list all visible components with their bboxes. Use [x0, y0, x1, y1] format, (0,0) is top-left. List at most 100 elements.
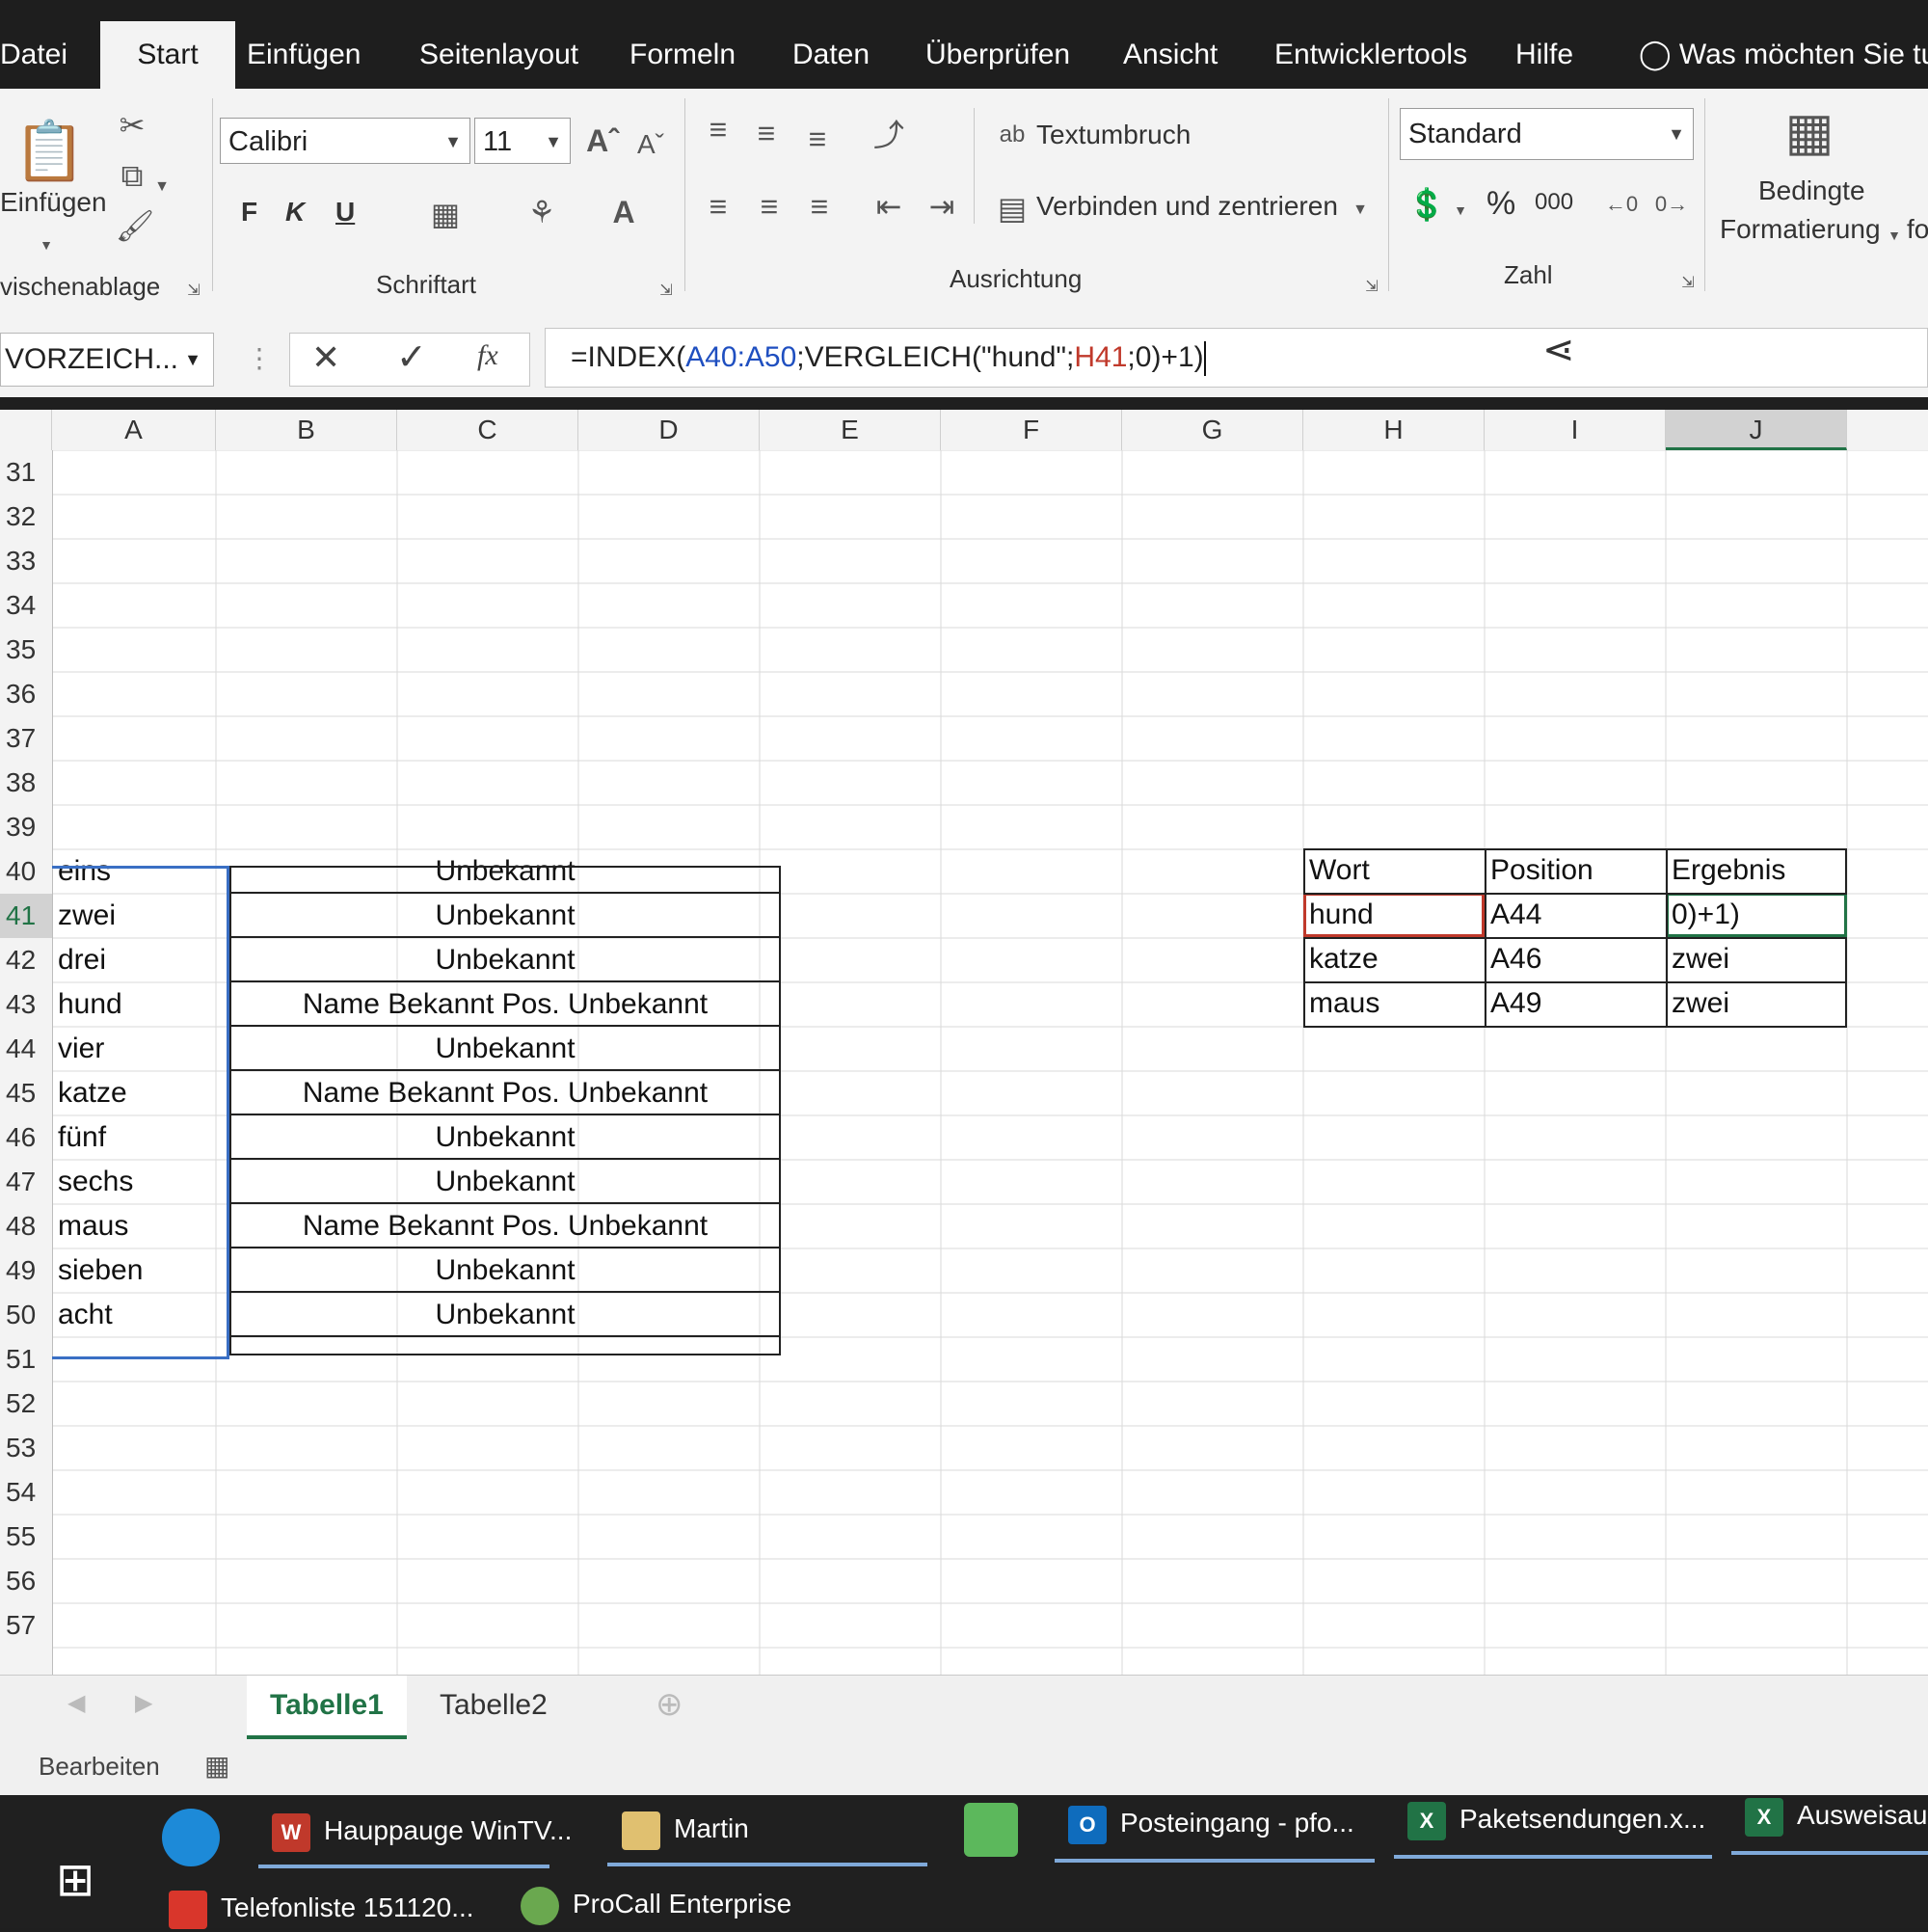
format-painter-icon[interactable]: 🖌 [114, 206, 156, 245]
font-size-combo[interactable]: 11 ▼ [474, 118, 571, 164]
row-header[interactable]: 49 [0, 1248, 52, 1293]
macro-record-icon[interactable]: ▦ [204, 1750, 229, 1782]
merge-center-icon[interactable]: ▤ [993, 189, 1031, 228]
row-header[interactable]: 43 [0, 982, 52, 1027]
tell-me-box[interactable]: ◯ Was möchten Sie tun [1629, 21, 1928, 89]
row-header[interactable]: 50 [0, 1293, 52, 1337]
grow-font-icon[interactable]: Aˆ [583, 121, 622, 160]
taskbar-item-procall[interactable]: ProCall Enterprise [521, 1880, 791, 1928]
align-right-icon[interactable]: ≡ [800, 187, 839, 226]
active-cell-j41[interactable] [1666, 893, 1847, 937]
row-header[interactable]: 47 [0, 1160, 52, 1204]
paste-icon[interactable]: 📋 [13, 108, 86, 195]
row-header[interactable]: 37 [0, 716, 52, 761]
row-header[interactable]: 46 [0, 1115, 52, 1160]
row-header[interactable]: 54 [0, 1470, 52, 1515]
sheet-tab-tabelle1[interactable]: Tabelle1 [247, 1676, 407, 1739]
column-header-a[interactable]: A [52, 410, 216, 450]
decrease-indent-icon[interactable]: ⇤ [868, 187, 910, 226]
row-header[interactable]: 48 [0, 1204, 52, 1248]
row-header[interactable]: 32 [0, 495, 52, 539]
row-header[interactable]: 44 [0, 1027, 52, 1071]
align-top-icon[interactable]: ≡ [699, 110, 737, 148]
tab-ansicht[interactable]: Ansicht [1113, 21, 1227, 89]
fill-color-icon[interactable]: ⚘ [521, 193, 563, 231]
name-box[interactable]: VORZEICH... ▼ [0, 333, 214, 387]
row-header[interactable]: 51 [0, 1337, 52, 1382]
bold-button[interactable]: F [241, 197, 257, 228]
edge-browser-icon[interactable] [162, 1809, 220, 1866]
tab-hilfe[interactable]: Hilfe [1506, 21, 1583, 89]
select-all-corner[interactable] [0, 410, 52, 450]
conditional-formatting-label-1[interactable]: Bedingte [1758, 175, 1865, 206]
row-header[interactable]: 31 [0, 450, 52, 495]
row-header[interactable]: 55 [0, 1515, 52, 1559]
borders-icon[interactable]: ▦ [424, 195, 467, 233]
previous-sheet-icon[interactable]: ◀ [67, 1689, 85, 1717]
tab-start[interactable]: Start [100, 21, 235, 89]
taskbar-item-martin[interactable]: Martin [622, 1805, 749, 1853]
number-launcher-icon[interactable]: ⇲ [1677, 264, 1699, 303]
conditional-formatting-label-2[interactable]: Formatierung [1720, 214, 1881, 245]
merge-dropdown-icon[interactable]: ▼ [1350, 191, 1371, 229]
row-header[interactable]: 39 [0, 805, 52, 849]
windows-start-icon[interactable]: ⊞ [56, 1853, 94, 1907]
percent-style-button[interactable]: % [1486, 185, 1515, 223]
row-header[interactable]: 42 [0, 938, 52, 982]
taskbar-item-telefonliste[interactable]: Telefonliste 151120... [169, 1884, 474, 1932]
column-header-e[interactable]: E [760, 410, 941, 450]
formula-input[interactable]: =INDEX(A40:A50;VERGLEICH("hund";H41;0)+1… [545, 328, 1928, 388]
align-middle-icon[interactable]: ≡ [747, 114, 786, 152]
increase-indent-icon[interactable]: ⇥ [921, 187, 963, 226]
app-icon-green[interactable] [964, 1803, 1018, 1857]
row-header[interactable]: 57 [0, 1603, 52, 1648]
next-sheet-icon[interactable]: ▶ [135, 1689, 152, 1717]
row-header[interactable]: 40 [0, 849, 52, 894]
column-header-f[interactable]: F [941, 410, 1122, 450]
number-format-combo[interactable]: Standard ▼ [1400, 108, 1694, 160]
accounting-dropdown-icon[interactable]: ▼ [1451, 191, 1470, 229]
orientation-icon[interactable]: ⤴ [868, 116, 910, 154]
insert-function-button[interactable]: fx [477, 339, 498, 372]
row-header[interactable]: 56 [0, 1559, 52, 1603]
column-header-j[interactable]: J [1666, 410, 1847, 450]
wrap-text-button[interactable]: Textumbruch [1036, 120, 1191, 150]
row-header[interactable]: 52 [0, 1382, 52, 1426]
comma-style-button[interactable]: 000 [1535, 189, 1573, 216]
underline-button[interactable]: U [335, 197, 355, 228]
add-sheet-icon[interactable]: ⊕ [656, 1685, 683, 1724]
row-header[interactable]: 35 [0, 628, 52, 672]
shrink-font-icon[interactable]: Aˇ [631, 125, 670, 164]
tab-ueberpruefen[interactable]: Überprüfen [916, 21, 1080, 89]
taskbar-item-wintv[interactable]: W Hauppauge WinTV... [272, 1807, 572, 1855]
more-options-icon[interactable]: ⋮ [246, 342, 273, 374]
cut-icon[interactable]: ✂ [111, 106, 153, 145]
tab-formeln[interactable]: Formeln [620, 21, 745, 89]
sheet-tab-tabelle2[interactable]: Tabelle2 [416, 1676, 571, 1735]
row-header[interactable]: 38 [0, 761, 52, 805]
paste-button-label[interactable]: Einfügen [0, 187, 107, 218]
taskbar-item-outlook[interactable]: O Posteingang - pfo... [1068, 1799, 1354, 1847]
paste-dropdown-icon[interactable]: ▼ [37, 226, 56, 264]
align-bottom-icon[interactable]: ≡ [798, 120, 837, 158]
font-name-combo[interactable]: Calibri ▼ [220, 118, 470, 164]
column-header-d[interactable]: D [578, 410, 760, 450]
tab-seitenlayout[interactable]: Seitenlayout [410, 21, 588, 89]
row-header[interactable]: 36 [0, 672, 52, 716]
row-header[interactable]: 45 [0, 1071, 52, 1115]
conditional-formatting-icon[interactable]: ▦ [1776, 98, 1843, 166]
tab-einfuegen[interactable]: Einfügen [237, 21, 370, 89]
copy-icon[interactable]: ⧉ [111, 156, 153, 195]
font-color-icon[interactable]: A [602, 193, 645, 231]
row-header[interactable]: 53 [0, 1426, 52, 1470]
column-header-b[interactable]: B [216, 410, 397, 450]
conditional-formatting-dropdown-icon[interactable]: ▼ [1885, 216, 1904, 255]
wrap-text-icon[interactable]: ab [993, 116, 1031, 154]
column-header-i[interactable]: I [1485, 410, 1666, 450]
accounting-format-icon[interactable]: 💲 [1406, 185, 1448, 224]
tab-entwicklertools[interactable]: Entwicklertools [1265, 21, 1477, 89]
column-header-g[interactable]: G [1122, 410, 1303, 450]
italic-button[interactable]: K [285, 197, 305, 228]
taskbar-item-ausweisaus[interactable]: X Ausweisaus [1745, 1791, 1928, 1839]
copy-dropdown-icon[interactable]: ▼ [152, 168, 172, 206]
